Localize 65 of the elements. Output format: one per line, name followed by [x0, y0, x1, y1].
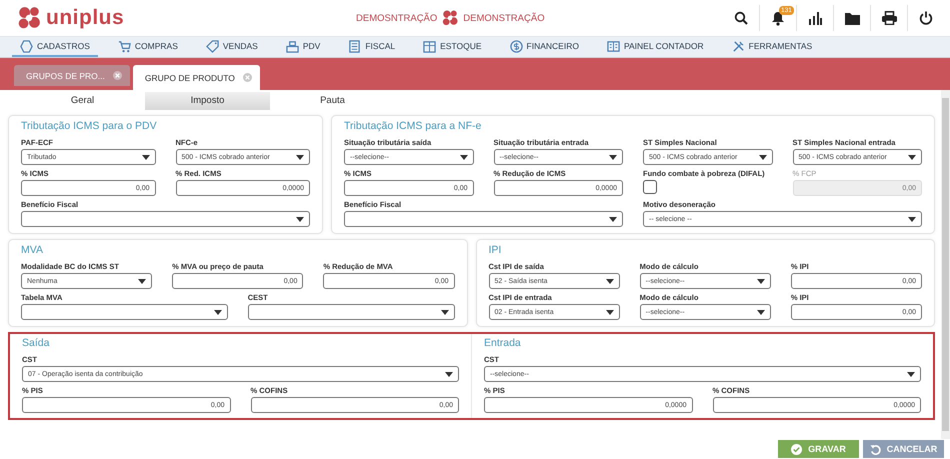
search-icon[interactable]	[734, 11, 748, 25]
check-circle-icon	[791, 444, 802, 454]
flower-logo-icon	[16, 5, 42, 31]
close-icon[interactable]	[112, 71, 122, 80]
dropdown[interactable]	[21, 211, 310, 227]
printer-icon[interactable]	[882, 11, 896, 25]
form-tab[interactable]: Pauta	[270, 92, 395, 110]
power-icon[interactable]	[919, 11, 933, 25]
document-tab[interactable]: GRUPO DE PRODUTO	[132, 65, 260, 90]
menu-tab[interactable]: PDV	[278, 37, 328, 57]
caret-icon	[609, 216, 617, 222]
company-name: DEMONSTRAÇÃO	[463, 12, 545, 24]
caret-icon	[609, 154, 617, 160]
panel-title: Entrada	[484, 337, 522, 349]
menu-tab[interactable]: VENDAS	[198, 37, 266, 57]
dropdown[interactable]	[248, 304, 454, 320]
flower-logo-icon	[441, 9, 460, 27]
caret-icon	[908, 216, 916, 222]
caret-icon	[296, 216, 304, 222]
menu-tab[interactable]: FERRAMENTAS	[724, 37, 820, 57]
caret-icon	[908, 154, 916, 160]
panel-title: Tributação ICMS para a NF-e	[344, 120, 482, 132]
caret-icon	[756, 278, 765, 284]
caret-icon	[606, 278, 614, 284]
document-icon	[348, 40, 362, 52]
form-tab[interactable]: Geral	[20, 92, 145, 110]
bell-icon[interactable]	[771, 10, 785, 26]
caret-icon	[440, 310, 448, 314]
panel-title: Tributação ICMS para o PDV	[21, 120, 158, 132]
dropdown[interactable]	[21, 304, 228, 320]
cart-icon	[118, 40, 131, 52]
caret-icon	[214, 310, 222, 314]
folder-icon[interactable]	[844, 12, 860, 24]
tools-icon	[732, 40, 745, 52]
panel-title: Saída	[22, 337, 50, 349]
caret-icon	[460, 154, 468, 160]
menu-tab[interactable]: ESTOQUE	[415, 37, 490, 57]
caret-icon	[142, 154, 150, 160]
ledger-icon	[606, 40, 620, 52]
panel-title: MVA	[21, 244, 44, 256]
caret-icon	[296, 154, 304, 160]
register-icon	[286, 40, 299, 52]
checkbox[interactable]	[643, 180, 657, 194]
menu-tab[interactable]: PAINEL CONTADOR	[598, 37, 712, 57]
scrollbar[interactable]	[941, 90, 950, 439]
menu-tab[interactable]: COMPRAS	[110, 37, 186, 57]
caret-icon	[606, 310, 614, 314]
caret-icon	[756, 310, 765, 314]
caret-icon	[758, 154, 766, 160]
menu-tab[interactable]: FINANCEIRO	[502, 37, 587, 57]
logo-text: uniplus	[46, 6, 124, 30]
company-name: DEMOSNTRAÇÃO	[356, 12, 438, 24]
caret-icon	[445, 372, 453, 376]
panel-title: IPI	[488, 244, 502, 256]
bar-chart-icon[interactable]	[808, 11, 822, 25]
undo-icon	[870, 444, 881, 454]
hexagon-icon	[20, 40, 33, 52]
dollar-icon	[510, 40, 523, 52]
menu-tab[interactable]: FISCAL	[340, 37, 404, 57]
box-icon	[423, 40, 436, 52]
form-tab[interactable]: Imposto	[145, 92, 270, 110]
tag-icon	[206, 40, 219, 52]
caret-icon	[907, 372, 915, 376]
caret-icon	[138, 278, 146, 284]
dropdown[interactable]	[344, 211, 623, 227]
